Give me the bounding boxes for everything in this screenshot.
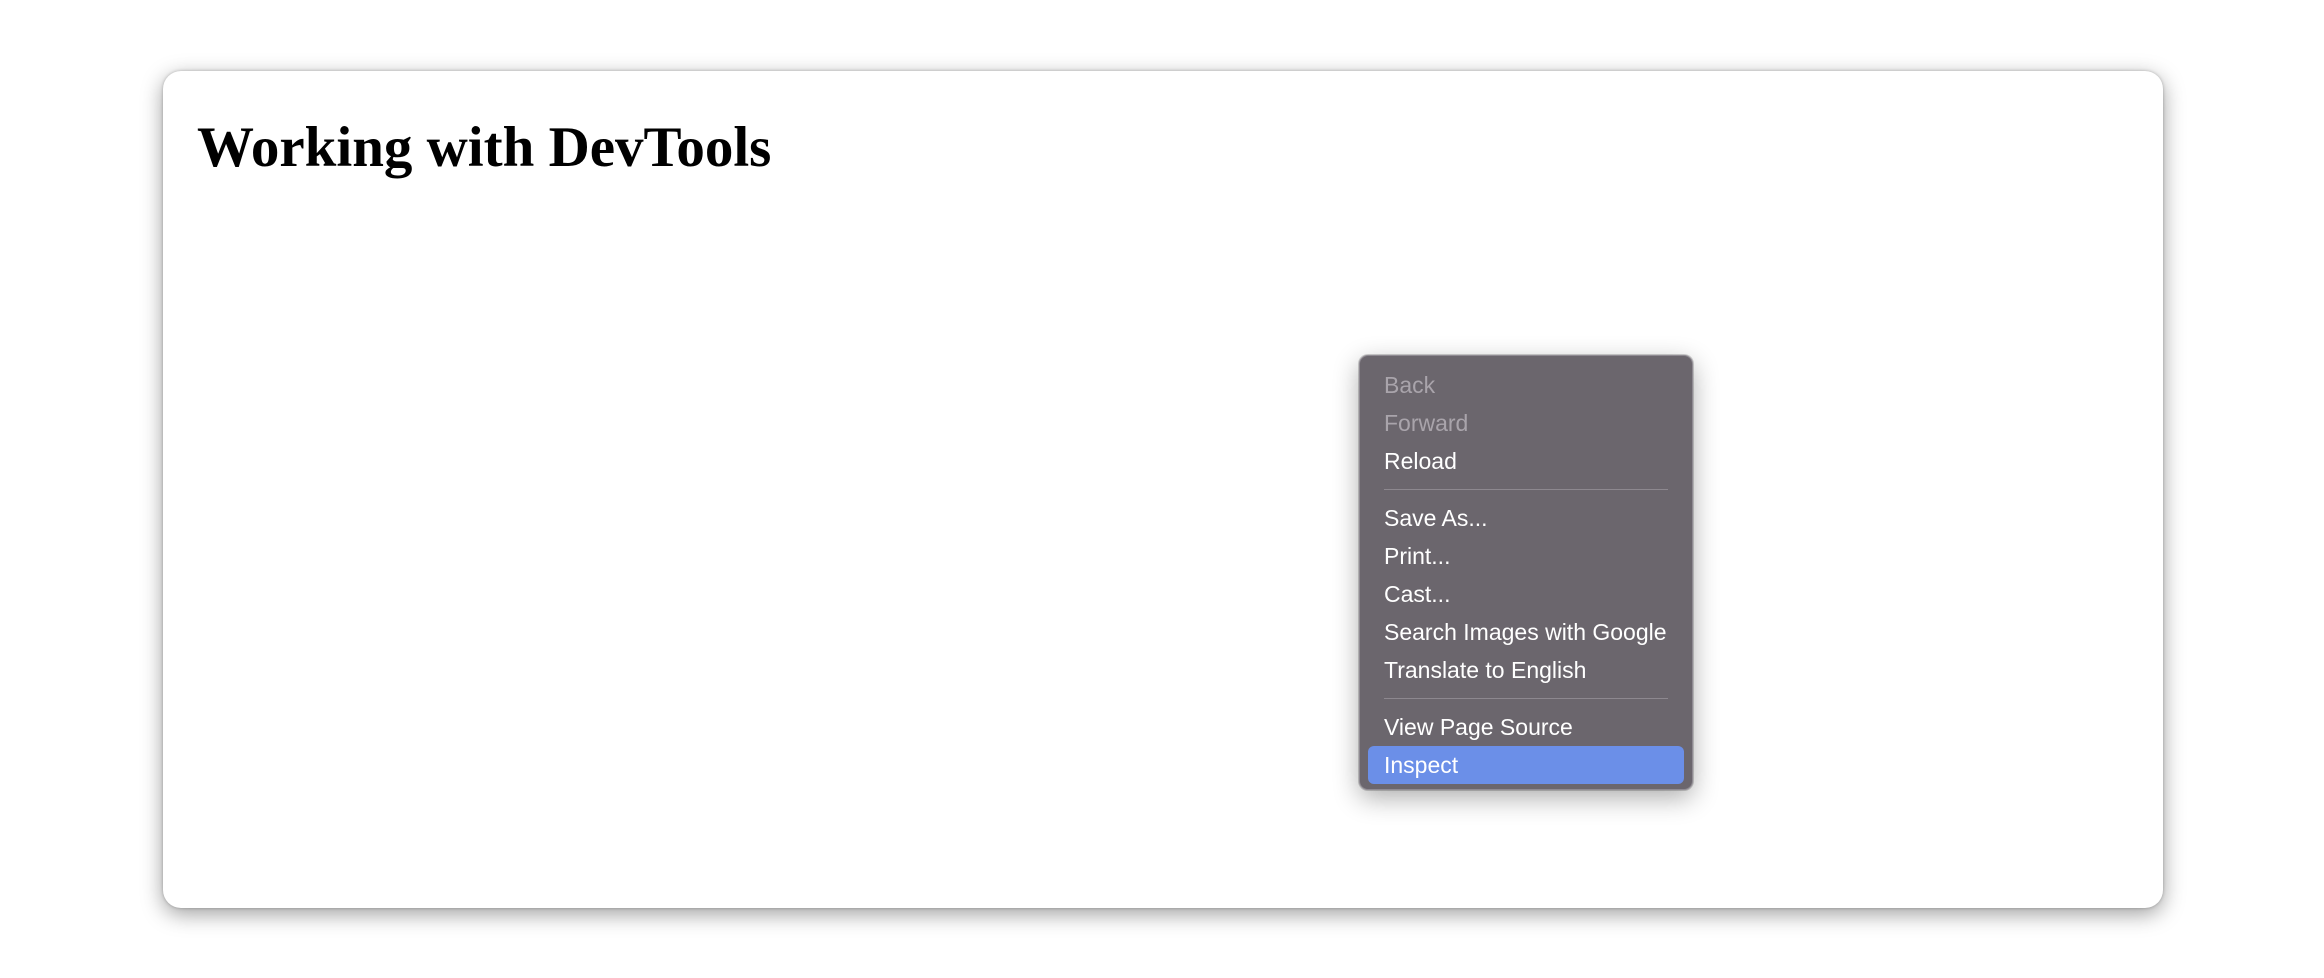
- menu-item-save-as[interactable]: Save As...: [1368, 499, 1684, 537]
- menu-item-reload[interactable]: Reload: [1368, 442, 1684, 480]
- menu-item-translate[interactable]: Translate to English: [1368, 651, 1684, 689]
- menu-separator: [1384, 698, 1668, 699]
- menu-item-back: Back: [1384, 372, 1436, 398]
- page-title: Working with DevTools: [197, 116, 772, 179]
- menu-item-inspect[interactable]: Inspect: [1368, 746, 1684, 784]
- browser-window: Working with DevTools Back Forward Reloa…: [163, 71, 2163, 908]
- context-menu: Back Forward Reload Save As... Print... …: [1359, 355, 1693, 790]
- menu-item-print[interactable]: Print...: [1368, 537, 1684, 575]
- menu-item-forward: Forward: [1384, 410, 1469, 436]
- menu-item-cast[interactable]: Cast...: [1368, 575, 1684, 613]
- menu-separator: [1384, 489, 1668, 490]
- menu-item-search-images[interactable]: Search Images with Google: [1368, 613, 1684, 651]
- menu-item-view-page-source[interactable]: View Page Source: [1368, 708, 1684, 746]
